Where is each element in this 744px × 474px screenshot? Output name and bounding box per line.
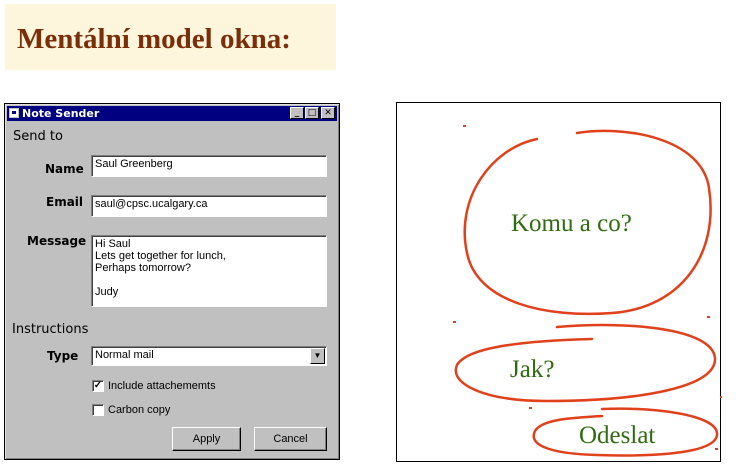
carbon-copy-label: Carbon copy [108, 404, 171, 416]
stray-mark [715, 448, 718, 450]
cancel-button[interactable]: Cancel [254, 427, 327, 451]
note-sender-window: Note Sender _ □ ✕ Send to Name Saul Gree… [4, 103, 340, 460]
type-label: Type [47, 349, 79, 363]
message-label: Message [27, 234, 87, 248]
send-label: Odeslat [579, 422, 656, 449]
email-field[interactable]: saul@cpsc.ucalgary.ca [91, 195, 327, 217]
minimize-button[interactable]: _ [290, 107, 304, 119]
name-field[interactable]: Saul Greenberg [91, 155, 327, 177]
include-attachments-checkbox[interactable]: ✓ [92, 380, 104, 392]
stray-mark [707, 316, 710, 318]
slide-title: Mentální model okna: [17, 23, 291, 55]
sketch-drawing [453, 125, 722, 457]
apply-button[interactable]: Apply [172, 427, 241, 451]
chevron-down-icon[interactable]: ▼ [310, 348, 325, 364]
send-to-heading: Send to [13, 129, 63, 144]
who-what-label: Komu a co? [511, 210, 632, 237]
slide-title-box: Mentální model okna: [5, 4, 336, 70]
mental-model-sketch: Komu a co? Jak? Odeslat [396, 102, 722, 462]
type-select[interactable]: Normal mail ▼ [91, 346, 327, 366]
stray-mark [463, 125, 466, 127]
close-button[interactable]: ✕ [321, 107, 335, 119]
stray-mark [453, 321, 456, 323]
how-ellipse [454, 323, 717, 403]
stray-mark [529, 407, 532, 409]
window-title: Note Sender [22, 107, 100, 120]
maximize-button[interactable]: □ [305, 107, 319, 119]
include-attachments-label: Include attachememts [108, 380, 216, 392]
message-textarea[interactable]: Hi Saul Lets get together for lunch, Per… [91, 235, 327, 307]
type-select-value: Normal mail [95, 349, 154, 361]
how-label: Jak? [510, 356, 555, 383]
carbon-copy-checkbox[interactable] [92, 404, 104, 416]
email-label: Email [46, 195, 84, 209]
name-label: Name [45, 162, 84, 176]
instructions-heading: Instructions [12, 322, 89, 337]
window-titlebar[interactable]: Note Sender _ □ ✕ [7, 106, 337, 121]
stray-mark [720, 396, 722, 398]
app-icon[interactable] [9, 108, 19, 118]
